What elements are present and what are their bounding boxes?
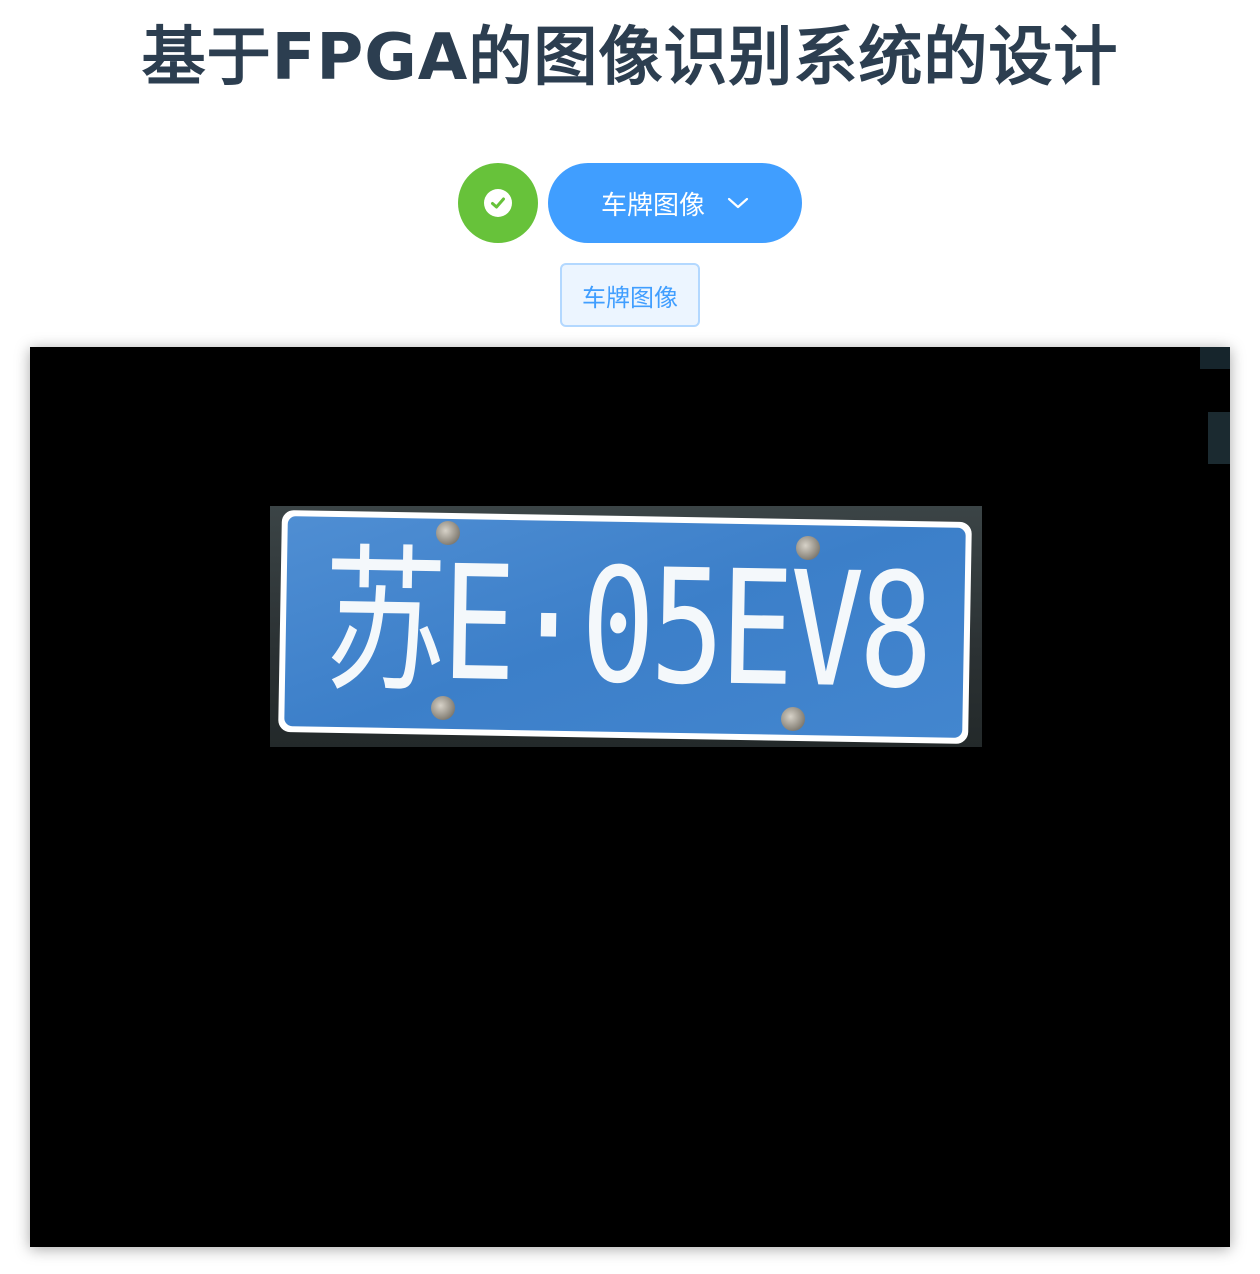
control-bar: 车牌图像: [0, 163, 1260, 243]
check-mark-glyph: [491, 197, 505, 209]
page: 基于FPGA的图像识别系统的设计 车牌图像 车牌图像 苏E·05EV8: [0, 0, 1260, 1274]
image-edge-artifact: [1208, 412, 1230, 464]
status-button[interactable]: [458, 163, 538, 243]
plate-bolt: [431, 696, 455, 720]
license-plate: 苏E·05EV8: [278, 509, 972, 745]
image-type-tag[interactable]: 车牌图像: [560, 263, 700, 327]
plate-bolt: [796, 536, 820, 560]
plate-bolt: [436, 521, 460, 545]
plate-bolt: [781, 707, 805, 731]
image-edge-artifact: [1200, 347, 1230, 369]
check-circle-icon: [484, 189, 512, 217]
dropdown-label: 车牌图像: [600, 190, 705, 221]
image-type-dropdown[interactable]: 车牌图像: [548, 163, 802, 243]
page-title: 基于FPGA的图像识别系统的设计: [141, 21, 1119, 95]
image-viewer: 苏E·05EV8: [30, 347, 1230, 1247]
license-plate-background: 苏E·05EV8: [284, 516, 966, 738]
license-plate-image: 苏E·05EV8: [270, 506, 982, 747]
chevron-down-icon: [727, 196, 749, 210]
